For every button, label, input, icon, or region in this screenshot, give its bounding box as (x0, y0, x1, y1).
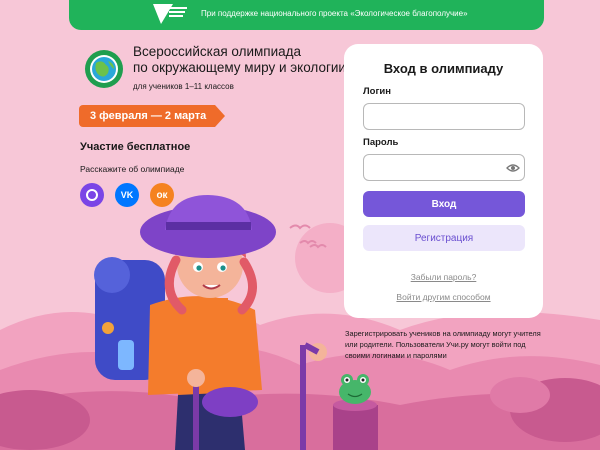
share-label: Расскажите об олимпиаде (80, 164, 185, 174)
globe-icon (85, 50, 123, 88)
login-card: Вход в олимпиаду Логин Пароль Вход Регис… (344, 44, 543, 318)
ok-icon[interactable]: ок (150, 183, 174, 207)
password-label: Пароль (363, 137, 399, 148)
info-note: Зарегистрировать учеников на олимпиаду м… (345, 329, 541, 360)
dates-badge: 3 февраля — 2 марта (79, 105, 225, 127)
eye-icon[interactable] (506, 163, 520, 173)
forgot-password-link[interactable]: Забыли пароль? (344, 272, 543, 282)
page-title: Всероссийская олимпиада по окружающему м… (133, 44, 346, 75)
grades-subtitle: для учеников 1–11 классов (133, 82, 234, 91)
free-participation-label: Участие бесплатное (80, 141, 191, 153)
banner-note: При поддержке национального проекта «Эко… (201, 9, 468, 18)
national-projects-logo (153, 4, 187, 24)
max-icon[interactable] (80, 183, 104, 207)
top-banner: При поддержке национального проекта «Эко… (69, 0, 544, 30)
login-input[interactable] (363, 103, 525, 130)
password-input[interactable] (363, 154, 525, 181)
vk-icon[interactable]: VK (115, 183, 139, 207)
register-button[interactable]: Регистрация (363, 225, 525, 251)
login-label: Логин (363, 86, 392, 97)
login-title: Вход в олимпиаду (383, 61, 504, 76)
other-login-link[interactable]: Войти другим способом (344, 292, 543, 302)
login-button[interactable]: Вход (363, 191, 525, 217)
